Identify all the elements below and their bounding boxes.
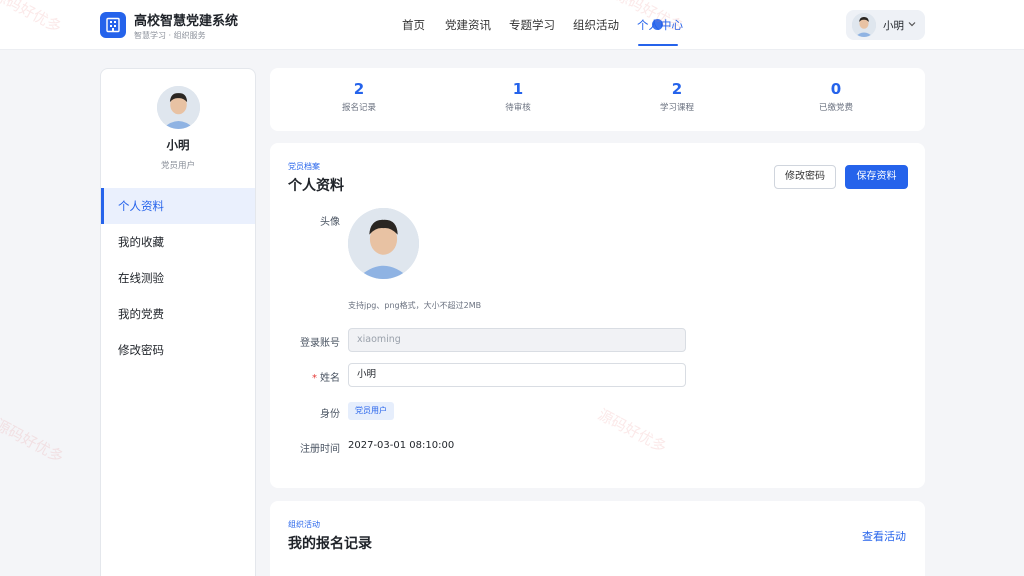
sidebar-item-profile[interactable]: 个人资料 <box>101 188 255 224</box>
stat-value: 0 <box>830 80 842 98</box>
stat-courses[interactable]: 2 学习课程 <box>617 80 737 113</box>
avatar <box>852 13 876 37</box>
nav-study[interactable]: 专题学习 <box>509 17 555 33</box>
nav-news[interactable]: 党建资讯 <box>445 17 491 33</box>
brand-subtitle: 智慧学习 · 组织服务 <box>134 31 206 40</box>
required-mark: * <box>312 373 317 384</box>
profile-eyebrow: 党员档案 <box>288 162 320 171</box>
status-badge: 党员用户 <box>348 402 394 420</box>
avatar-label: 头像 <box>320 217 340 228</box>
register-time-value: 2027-03-01 08:10:00 <box>348 440 455 451</box>
stat-label: 报名记录 <box>341 103 376 113</box>
stats-card: 2 报名记录 1 待审核 2 学习课程 0 已缴党费 <box>270 68 925 131</box>
avatar-hint: 支持jpg、png格式，大小不超过2MB <box>348 301 482 310</box>
sidebar-user-name: 小明 <box>166 138 190 152</box>
stat-value: 2 <box>671 80 683 98</box>
save-profile-button[interactable]: 保存资料 <box>845 165 908 189</box>
change-password-button[interactable]: 修改密码 <box>774 165 836 189</box>
stat-label: 待审核 <box>505 103 531 113</box>
sidebar-item-online-test[interactable]: 在线测验 <box>101 260 255 296</box>
page-title: 个人资料 <box>288 178 344 194</box>
view-activities-link[interactable]: 查看活动 <box>862 528 906 544</box>
account-label: 登录账号 <box>300 338 340 349</box>
stat-label: 已缴党费 <box>818 103 853 113</box>
avatar <box>157 86 200 129</box>
nav-active-indicator <box>638 44 678 46</box>
top-header: 高校智慧党建系统 智慧学习 · 组织服务 首页 党建资讯 专题学习 组织活动 个… <box>0 0 1024 50</box>
records-eyebrow: 组织活动 <box>288 520 320 529</box>
name-label-text: 姓名 <box>320 373 340 384</box>
nav-activities[interactable]: 组织活动 <box>573 17 619 33</box>
brand-title[interactable]: 高校智慧党建系统 <box>134 10 238 29</box>
account-field: xiaoming <box>348 328 686 352</box>
sidebar: 小明 党员用户 个人资料 我的收藏 在线测验 我的党费 修改密码 <box>100 68 256 576</box>
name-field[interactable]: 小明 <box>348 363 686 387</box>
sidebar-user-role: 党员用户 <box>160 161 195 171</box>
profile-card: 党员档案 个人资料 修改密码 保存资料 头像 支持jpg、png格式，大小不超过… <box>270 143 925 488</box>
chevron-down-icon <box>908 22 916 27</box>
user-name: 小明 <box>883 20 904 32</box>
watermark: 源码好优多 <box>0 415 67 467</box>
building-logo-icon[interactable] <box>100 12 126 38</box>
records-title: 我的报名记录 <box>288 536 372 552</box>
cursor-dot-icon <box>652 19 663 30</box>
sidebar-item-favorites[interactable]: 我的收藏 <box>101 224 255 260</box>
sidebar-item-party-fees[interactable]: 我的党费 <box>101 296 255 332</box>
stat-label: 学习课程 <box>659 103 694 113</box>
stat-registrations[interactable]: 2 报名记录 <box>299 80 419 113</box>
stat-pending[interactable]: 1 待审核 <box>458 80 578 113</box>
register-time-label: 注册时间 <box>300 444 340 455</box>
sidebar-item-change-password[interactable]: 修改密码 <box>101 332 255 368</box>
nav-home[interactable]: 首页 <box>402 17 425 33</box>
identity-label: 身份 <box>320 409 340 420</box>
registration-records-card: 组织活动 我的报名记录 查看活动 <box>270 501 925 576</box>
user-menu[interactable]: 小明 <box>846 10 925 40</box>
stat-value: 1 <box>512 80 524 98</box>
avatar-upload[interactable] <box>348 208 419 279</box>
stat-fees-paid[interactable]: 0 已缴党费 <box>776 80 896 113</box>
stat-value: 2 <box>353 80 365 98</box>
name-label: * 姓名 <box>280 369 340 384</box>
